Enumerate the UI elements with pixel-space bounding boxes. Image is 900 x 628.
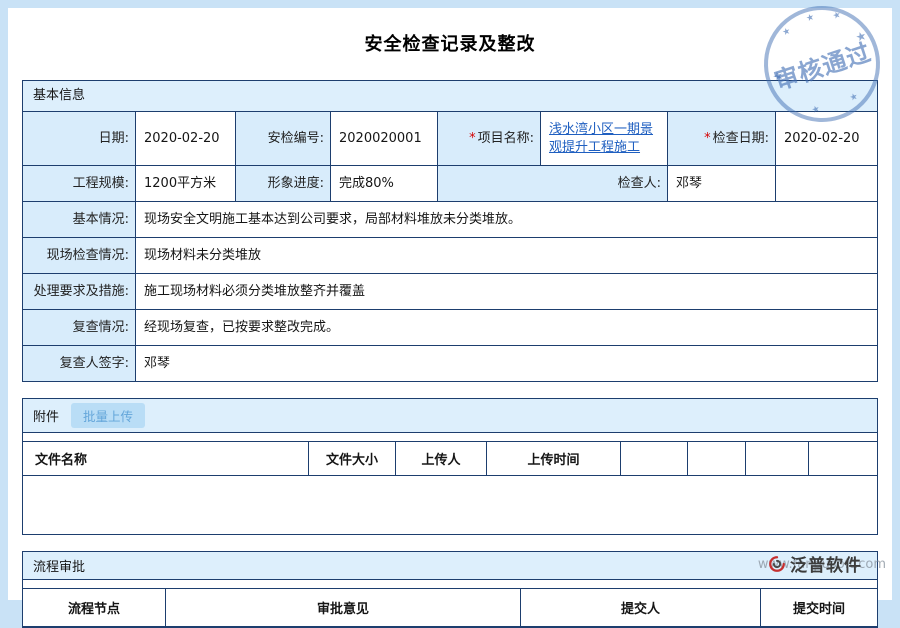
section-title-attachments: 附件 — [33, 406, 59, 425]
field-label-site-check: 现场检查情况: — [23, 238, 136, 274]
attachments-header-bar: 附件 批量上传 — [23, 399, 877, 433]
column-header-upload-time: 上传时间 — [487, 442, 621, 476]
column-header-file-name: 文件名称 — [23, 442, 309, 476]
fanpu-logo-icon — [768, 555, 786, 573]
section-title-approval: 流程审批 — [33, 556, 85, 575]
required-asterisk: * — [469, 131, 476, 146]
stamp-star-icon: ★ — [811, 105, 821, 116]
form-row-requirements: 处理要求及措施: 施工现场材料必须分类堆放整齐并覆盖 — [23, 274, 878, 310]
form-row-site-check: 现场检查情况: 现场材料未分类堆放 — [23, 238, 878, 274]
field-label-inspector: 检查人: — [438, 166, 668, 202]
attachments-empty-body — [23, 476, 877, 534]
field-value-inspector: 邓琴 — [668, 166, 776, 202]
approval-header-bar: 流程审批 — [23, 552, 877, 580]
attachments-header-row: 文件名称 文件大小 上传人 上传时间 — [23, 442, 878, 476]
field-label-inspection-no: 安检编号: — [236, 112, 331, 166]
field-label-project: *项目名称: — [438, 112, 541, 166]
stamp-star-icon: ★ — [854, 29, 868, 44]
attachments-panel: 附件 批量上传 文件名称 文件大小 上传人 上传时间 — [22, 398, 878, 535]
field-label-progress: 形象进度: — [236, 166, 331, 202]
field-value-review: 经现场复查，已按要求整改完成。 — [136, 310, 878, 346]
basic-info-table: 基本信息 日期: 2020-02-20 安检编号: 2020020001 *项目… — [22, 80, 878, 382]
field-value-requirements: 施工现场材料必须分类堆放整齐并覆盖 — [136, 274, 878, 310]
field-value-scale: 1200平方米 — [136, 166, 236, 202]
approval-panel: 流程审批 流程节点 审批意见 提交人 提交时间 — [22, 551, 878, 628]
required-asterisk: * — [704, 131, 711, 146]
field-label-review: 复查情况: — [23, 310, 136, 346]
field-value-date: 2020-02-20 — [136, 112, 236, 166]
field-value-progress: 完成80% — [331, 166, 438, 202]
column-header-submitter: 提交人 — [521, 589, 761, 627]
column-header-approval-opinion: 审批意见 — [166, 589, 521, 627]
empty-cell — [776, 166, 878, 202]
column-header-file-size: 文件大小 — [309, 442, 396, 476]
brand-name: 泛普软件 — [790, 551, 862, 576]
stamp-star-icon: ★ — [805, 13, 815, 24]
main-content: 安全检查记录及整改 基本信息 日期: 2020-02-20 安检编号: 2020… — [8, 8, 892, 600]
field-label-review-signature: 复查人签字: — [23, 346, 136, 382]
field-label-check-date: *检查日期: — [668, 112, 776, 166]
stamp-star-icon: ★ — [781, 27, 791, 38]
column-header-uploader: 上传人 — [396, 442, 487, 476]
batch-upload-button[interactable]: 批量上传 — [71, 403, 145, 428]
field-label-requirements: 处理要求及措施: — [23, 274, 136, 310]
section-header-row: 基本信息 — [23, 81, 878, 112]
attachments-table: 文件名称 文件大小 上传人 上传时间 — [22, 441, 878, 476]
field-label-basic-situation: 基本情况: — [23, 202, 136, 238]
stamp-star-icon: ★ — [832, 11, 842, 22]
column-header-flow-node: 流程节点 — [23, 589, 166, 627]
column-header-empty — [621, 442, 688, 476]
form-row-1: 日期: 2020-02-20 安检编号: 2020020001 *项目名称: 浅… — [23, 112, 878, 166]
column-header-empty — [746, 442, 809, 476]
field-label-scale: 工程规模: — [23, 166, 136, 202]
approval-table: 流程节点 审批意见 提交人 提交时间 — [22, 588, 878, 627]
brand-logo: 泛普软件 — [768, 551, 862, 576]
stamp-star-icon: ★ — [849, 93, 859, 104]
form-row-review-signature: 复查人签字: 邓琴 — [23, 346, 878, 382]
field-value-project: 浅水湾小区一期景观提升工程施工 — [541, 112, 668, 166]
field-value-review-signature: 邓琴 — [136, 346, 878, 382]
section-title-basic-info: 基本信息 — [23, 81, 878, 112]
field-value-inspection-no: 2020020001 — [331, 112, 438, 166]
form-row-2: 工程规模: 1200平方米 形象进度: 完成80% 检查人: 邓琴 — [23, 166, 878, 202]
column-header-submit-time: 提交时间 — [761, 589, 878, 627]
field-label-date: 日期: — [23, 112, 136, 166]
field-value-site-check: 现场材料未分类堆放 — [136, 238, 878, 274]
form-row-review: 复查情况: 经现场复查，已按要求整改完成。 — [23, 310, 878, 346]
form-row-basic-situation: 基本情况: 现场安全文明施工基本达到公司要求，局部材料堆放未分类堆放。 — [23, 202, 878, 238]
approval-header-row: 流程节点 审批意见 提交人 提交时间 — [23, 589, 878, 627]
project-link[interactable]: 浅水湾小区一期景观提升工程施工 — [549, 122, 653, 155]
column-header-empty — [688, 442, 746, 476]
field-value-basic-situation: 现场安全文明施工基本达到公司要求，局部材料堆放未分类堆放。 — [136, 202, 878, 238]
column-header-empty — [809, 442, 878, 476]
page-title: 安全检查记录及整改 — [22, 30, 878, 56]
